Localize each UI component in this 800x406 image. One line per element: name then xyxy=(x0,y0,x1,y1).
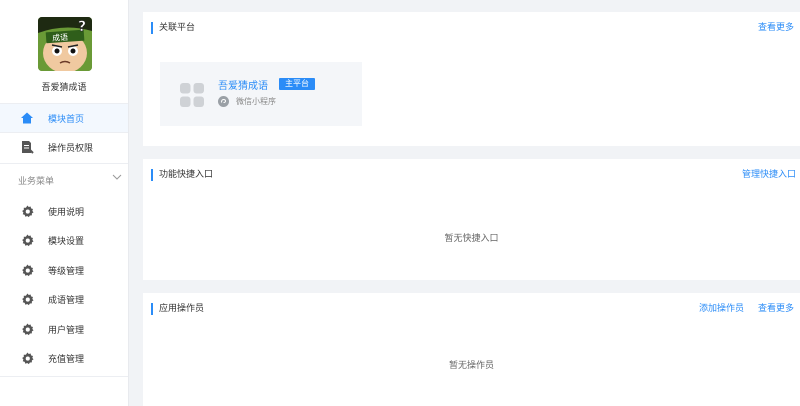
view-more-link[interactable]: 查看更多 xyxy=(758,303,794,315)
chevron-down-icon[interactable] xyxy=(112,172,122,185)
card-title: 功能快捷入口 xyxy=(151,169,213,181)
main-platform-badge: 主平台 xyxy=(279,78,315,90)
sidebar: 成语 ? 吾爱猜成语 模块首页 操作员权限 业务菜单 使用说明 模块设置 等级管… xyxy=(0,0,129,406)
add-operator-link[interactable]: 添加操作员 xyxy=(699,303,744,315)
operators-card: 应用操作员 添加操作员 查看更多 暂无操作员 xyxy=(143,293,800,406)
gear-icon xyxy=(20,322,34,336)
apps-grid-icon xyxy=(180,83,204,107)
linked-platforms-card: 关联平台 查看更多 吾爱猜成语 主平台 微信小程序 xyxy=(143,12,800,146)
app-name: 吾爱猜成语 xyxy=(41,83,87,93)
gear-icon xyxy=(20,292,34,306)
shortcuts-card: 功能快捷入口 管理快捷入口 暂无快捷入口 xyxy=(143,159,800,280)
nav-item-module-home[interactable]: 模块首页 xyxy=(0,104,128,132)
nav-item-level-management[interactable]: 等级管理 xyxy=(0,256,128,284)
nav-item-label: 用户管理 xyxy=(48,325,85,336)
nav-item-user-management[interactable]: 用户管理 xyxy=(0,315,128,343)
card-title: 关联平台 xyxy=(151,22,195,34)
gear-icon xyxy=(20,263,34,277)
nav-item-label: 模块设置 xyxy=(48,236,85,247)
manage-shortcuts-link[interactable]: 管理快捷入口 xyxy=(742,169,796,181)
nav-item-operator-permissions[interactable]: 操作员权限 xyxy=(0,133,128,161)
gear-icon xyxy=(20,351,34,365)
divider xyxy=(0,376,128,377)
nav-item-label: 充值管理 xyxy=(48,354,85,365)
home-icon xyxy=(20,111,34,125)
nav-item-usage-guide[interactable]: 使用说明 xyxy=(0,197,128,225)
gear-icon xyxy=(20,204,34,218)
nav-item-label: 操作员权限 xyxy=(48,143,94,154)
empty-shortcuts-text: 暂无快捷入口 xyxy=(444,234,499,244)
nav-item-recharge-management[interactable]: 充值管理 xyxy=(0,344,128,372)
platform-name: 吾爱猜成语 xyxy=(218,81,268,92)
platform-type: 微信小程序 xyxy=(236,97,276,106)
nav-item-idiom-management[interactable]: 成语管理 xyxy=(0,285,128,313)
avatar-text: 成语 xyxy=(52,32,69,43)
divider xyxy=(0,163,128,164)
app-avatar: 成语 ? xyxy=(38,17,92,71)
empty-operators-text: 暂无操作员 xyxy=(448,361,494,371)
nav-item-module-settings[interactable]: 模块设置 xyxy=(0,226,128,254)
platform-item[interactable]: 吾爱猜成语 主平台 微信小程序 xyxy=(160,62,362,126)
gear-icon xyxy=(20,233,34,247)
nav-item-label: 使用说明 xyxy=(48,207,85,218)
svg-text:?: ? xyxy=(78,19,86,35)
view-more-link[interactable]: 查看更多 xyxy=(758,22,794,34)
mini-program-icon xyxy=(218,96,229,107)
nav-item-label: 模块首页 xyxy=(48,114,85,125)
permission-doc-icon xyxy=(20,140,34,154)
nav-item-label: 成语管理 xyxy=(48,295,85,306)
menu-group-title: 业务菜单 xyxy=(18,177,55,187)
nav-item-label: 等级管理 xyxy=(48,266,85,277)
card-title: 应用操作员 xyxy=(151,303,204,315)
